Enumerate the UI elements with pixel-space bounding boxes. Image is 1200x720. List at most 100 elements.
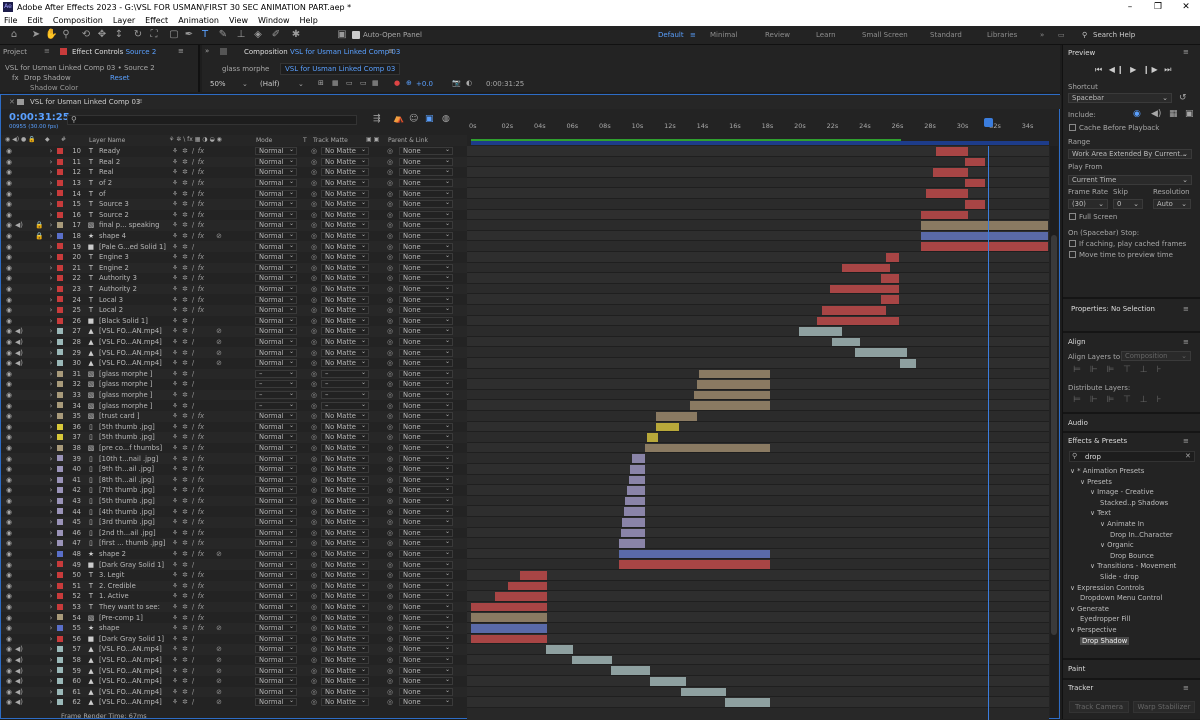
track-matte-select[interactable]: No Matte <box>321 465 369 474</box>
track-matte-link-icon[interactable]: ◎ <box>310 337 318 347</box>
effects-tree-item[interactable]: Eyedropper Fill <box>1080 615 1130 623</box>
parent-pickwhip-icon[interactable]: ◎ <box>386 581 394 591</box>
parent-select[interactable]: None <box>399 338 453 347</box>
collapse-switch-icon[interactable]: ✲ <box>181 697 189 707</box>
layer-name[interactable]: [VSL FO...AN.mp4] <box>99 666 162 676</box>
collapse-switch-icon[interactable]: ✲ <box>181 167 189 177</box>
quality-switch-icon[interactable]: / <box>189 549 197 559</box>
shy-switch-icon[interactable]: ⚘ <box>171 666 179 676</box>
blend-mode-select[interactable]: Normal <box>255 560 297 569</box>
panel-menu-icon[interactable]: ≡ <box>137 97 143 105</box>
fx-switch-icon[interactable]: fx <box>197 528 205 538</box>
shy-switch-icon[interactable]: ⚘ <box>171 348 179 358</box>
parent-select[interactable]: None <box>399 263 453 272</box>
effects-tree-item[interactable]: ∨ Perspective <box>1070 626 1117 634</box>
track-matte-link-icon[interactable]: ◎ <box>310 348 318 358</box>
label-color[interactable] <box>57 317 63 324</box>
align-panel-title[interactable]: Align <box>1068 338 1086 346</box>
layer-duration-bar[interactable] <box>900 359 917 368</box>
quality-switch-icon[interactable]: / <box>189 284 197 294</box>
layer-row[interactable]: ◉›42▯[7th thumb .jpg]⚘✲/fxNormal◎No Matt… <box>1 485 467 496</box>
track-matte-select[interactable]: No Matte <box>321 157 369 166</box>
layer-name[interactable]: [glass morphe ] <box>99 379 152 389</box>
collapse-switch-icon[interactable]: ✲ <box>181 242 189 252</box>
play-from-select[interactable]: Current Time <box>1068 175 1192 185</box>
layer-duration-bar[interactable] <box>921 242 1049 251</box>
visibility-eye-icon[interactable]: ◉ <box>5 538 13 548</box>
layer-name[interactable]: [Dark Gray Solid 1] <box>99 560 164 570</box>
layer-name[interactable]: [7th thumb .jpg] <box>99 485 155 495</box>
blend-mode-select[interactable]: Normal <box>255 624 297 633</box>
layer-row[interactable]: ◉›33▧[glass morphe ]⚘✲/–◎–◎None <box>1 389 467 401</box>
track-matte-link-icon[interactable]: ◎ <box>310 676 318 686</box>
blend-mode-select[interactable]: Normal <box>255 592 297 601</box>
shy-switch-icon[interactable]: ⚘ <box>171 295 179 305</box>
track-matte-select[interactable]: No Matte <box>321 433 369 442</box>
track-matte-select[interactable]: No Matte <box>321 242 369 251</box>
parent-pickwhip-icon[interactable]: ◎ <box>386 157 394 167</box>
parent-select[interactable]: None <box>399 444 453 453</box>
label-color[interactable] <box>57 444 63 451</box>
track-matte-select[interactable]: – <box>321 401 369 410</box>
layer-duration-bar[interactable] <box>644 443 771 453</box>
blend-mode-select[interactable]: Normal <box>255 497 297 506</box>
search-help-input[interactable]: Search Help <box>1093 31 1135 39</box>
lock-icon[interactable]: 🔒 <box>35 220 43 230</box>
blend-mode-select[interactable]: Normal <box>255 189 297 198</box>
visibility-eye-icon[interactable]: ◉ <box>5 305 13 315</box>
tab-effect-controls[interactable]: Effect Controls Source 2 <box>72 48 156 56</box>
shy-switch-icon[interactable]: ⚘ <box>171 507 179 517</box>
include-layer-controls-icon[interactable]: ▣ <box>1185 109 1194 119</box>
layer-duration-bar[interactable] <box>656 412 697 421</box>
layer-duration-bar[interactable] <box>696 380 771 389</box>
layer-row[interactable]: ◉›48★shape 2⚘✲/fx⊘Normal◎No Matte◎None <box>1 549 467 560</box>
shy-switch-icon[interactable]: ⚘ <box>171 337 179 347</box>
layer-duration-bar[interactable] <box>965 200 985 209</box>
track-matte-select[interactable]: No Matte <box>321 539 369 548</box>
visibility-eye-icon[interactable]: ◉ <box>5 231 13 241</box>
effects-presets-title[interactable]: Effects & Presets <box>1068 437 1127 445</box>
layer-row[interactable]: ◉◀)›59▲[VSL FO...AN.mp4]⚘✲/⊘Normal◎No Ma… <box>1 665 467 676</box>
twirl-chevron-icon[interactable]: › <box>47 369 55 379</box>
parent-pickwhip-icon[interactable]: ◎ <box>386 337 394 347</box>
layer-duration-bar[interactable] <box>471 602 548 612</box>
track-matte-link-icon[interactable]: ◎ <box>310 199 318 209</box>
twirl-chevron-icon[interactable]: › <box>47 528 55 538</box>
align-to-select[interactable]: Composition <box>1121 351 1191 361</box>
fx-switch-icon[interactable]: fx <box>197 623 205 633</box>
collapse-switch-icon[interactable]: ✲ <box>181 220 189 230</box>
clear-search-icon[interactable]: ✕ <box>1185 452 1191 460</box>
twirl-chevron-icon[interactable]: › <box>47 348 55 358</box>
label-color[interactable] <box>57 179 63 186</box>
layer-duration-bar[interactable] <box>854 348 907 357</box>
layer-row[interactable]: ◉›20TEngine 3⚘✲/fxNormal◎No Matte◎None <box>1 252 467 263</box>
layer-row[interactable]: ◉›25TLocal 2⚘✲/fxNormal◎No Matte◎None <box>1 305 467 316</box>
visibility-eye-icon[interactable]: ◉ <box>5 316 13 326</box>
parent-select[interactable]: None <box>399 571 453 580</box>
playhead-handle[interactable] <box>983 118 993 127</box>
blend-mode-select[interactable]: Normal <box>255 507 297 516</box>
twirl-chevron-icon[interactable]: › <box>47 687 55 697</box>
shy-switch-icon[interactable]: ⚘ <box>171 644 179 654</box>
twirl-chevron-icon[interactable]: › <box>47 432 55 442</box>
parent-pickwhip-icon[interactable]: ◎ <box>386 263 394 273</box>
track-matte-link-icon[interactable]: ◎ <box>310 157 318 167</box>
parent-pickwhip-icon[interactable]: ◎ <box>386 591 394 601</box>
cache-before-checkbox[interactable] <box>1069 124 1076 131</box>
collapse-switch-icon[interactable]: ✲ <box>181 687 189 697</box>
layer-track[interactable] <box>467 209 1049 221</box>
layer-row[interactable]: ◉›50T3. Legit⚘✲/fxNormal◎No Matte◎None <box>1 570 467 581</box>
twirl-chevron-icon[interactable]: › <box>47 295 55 305</box>
fx-switch-icon[interactable]: fx <box>197 454 205 464</box>
lock-icon[interactable]: 🔒 <box>35 231 43 241</box>
shy-switch-icon[interactable]: ⚘ <box>171 517 179 527</box>
fx-switch-icon[interactable]: fx <box>197 210 205 220</box>
fx-switch-icon[interactable]: fx <box>197 517 205 527</box>
shy-switch-icon[interactable]: ⚘ <box>171 189 179 199</box>
quality-switch-icon[interactable]: / <box>189 507 197 517</box>
quality-switch-icon[interactable]: / <box>189 591 197 601</box>
layer-track[interactable] <box>467 411 1049 422</box>
visibility-eye-icon[interactable]: ◉ <box>5 295 13 305</box>
layer-name[interactable]: [10th t...nail .jpg] <box>99 454 158 464</box>
track-matte-link-icon[interactable]: ◎ <box>310 581 318 591</box>
